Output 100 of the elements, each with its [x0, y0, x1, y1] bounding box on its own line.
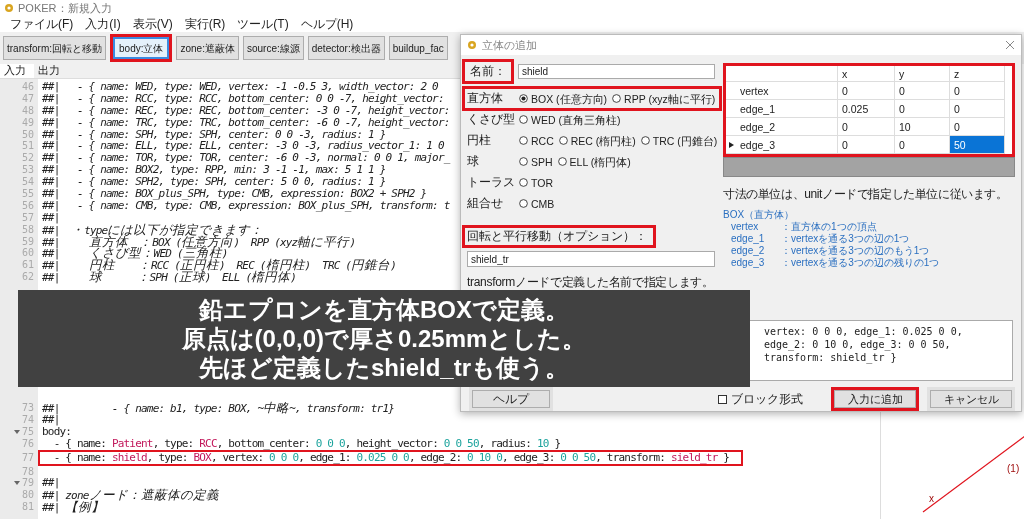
code-line: ##| - { name: SPH2, type: SPH, center: 5 0 0, radius: 1 }: [42, 176, 386, 188]
table-cell[interactable]: 0: [950, 82, 1005, 100]
line-number: 55: [21, 188, 34, 200]
radio-circle-icon[interactable]: [519, 136, 528, 145]
radio-circle-icon[interactable]: [519, 94, 528, 103]
line-number: 54: [21, 176, 34, 189]
block-checkbox[interactable]: ブロック形式: [718, 391, 803, 407]
radio-option[interactable]: ELL (楕円体): [557, 154, 631, 169]
help-term: vertex: [731, 221, 760, 233]
radio-option[interactable]: TOR: [519, 175, 553, 190]
line-number: 75: [21, 425, 34, 438]
radio-option[interactable]: TRC (円錐台): [640, 133, 718, 148]
code-line: ##| - { name: WED, type: WED, vertex: -1 -0.5 3, width_vector: 2 0: [42, 81, 438, 93]
radio-circle-icon[interactable]: [612, 94, 622, 103]
gear-icon: [467, 40, 477, 50]
code-line: ##|: [42, 211, 60, 224]
line-number: 81: [21, 501, 34, 514]
radio-option[interactable]: BOX (任意方向): [519, 91, 608, 106]
line-number: 62: [21, 271, 34, 284]
radio-circle-icon[interactable]: [519, 178, 528, 187]
help-term: edge_1: [731, 233, 766, 245]
table-cell[interactable]: 0: [895, 82, 950, 100]
table-cell[interactable]: 0: [838, 118, 895, 136]
table-cell[interactable]: 0: [838, 82, 895, 100]
menu-item[interactable]: ヘルプ(H): [300, 16, 354, 32]
column-header: y: [895, 66, 950, 82]
line-number: 46: [21, 81, 34, 93]
shape-category: トーラス: [467, 175, 516, 190]
toolbar-button[interactable]: source:線源: [242, 36, 304, 60]
code-line: ##| - { name: b1, type: BOX, ~中略~, transform: tr1}: [42, 402, 395, 415]
toolbar-button[interactable]: body:立体: [110, 34, 173, 62]
code-line: ##| くさび型：WED (三角柱): [42, 247, 228, 260]
fold-icon[interactable]: [13, 480, 20, 487]
help-term: edge_2: [731, 245, 766, 257]
dialog-button[interactable]: キャンセル: [927, 387, 1015, 411]
toolbar-button[interactable]: transform:回転と移動: [3, 36, 106, 60]
toolbar-button[interactable]: zone:遮蔽体: [176, 36, 239, 60]
code-line: ##| - { name: TOR, type: TOR, center: -6 0 -3, normal: 0 0 1, major_: [42, 152, 450, 165]
radio-option[interactable]: WED (直角三角柱): [519, 112, 621, 127]
field-hint: transformノードで定義した名前で指定します。: [467, 275, 715, 290]
row-header[interactable]: vertex: [726, 82, 838, 100]
table-cell[interactable]: 50: [950, 136, 1005, 154]
line-number: 73: [21, 402, 34, 415]
radio-circle-icon[interactable]: [558, 136, 568, 145]
row-header[interactable]: edge_1: [726, 100, 838, 118]
axis-label: x: [929, 492, 934, 506]
menu-item[interactable]: 実行(R): [184, 16, 226, 32]
menu-item[interactable]: ツール(T): [237, 16, 289, 32]
shape-category: 球: [467, 154, 480, 169]
line-number: 74: [21, 414, 34, 426]
code-line: ##| - { name: SPH, type: SPH, center: 0 0 -3, radius: 1 }: [42, 128, 386, 141]
code-line: ##| - { name: BOX2, type: RPP, min: 3 -1 -1, max: 5 1 1 }: [42, 164, 386, 177]
radio-circle-icon[interactable]: [557, 157, 567, 166]
transform-field[interactable]: shield_tr: [467, 251, 715, 267]
menu-item[interactable]: 入力(I): [85, 16, 121, 32]
radio-option[interactable]: SPH: [519, 154, 553, 169]
code-line: ##| - { name: TRC, type: TRC, bottom_center: -6 0 -7, height_vector:: [42, 116, 450, 129]
table-cell[interactable]: 10: [895, 118, 950, 136]
code-line: body:: [42, 425, 72, 438]
radio-circle-icon[interactable]: [519, 157, 528, 166]
tab[interactable]: 出力: [34, 64, 68, 78]
dialog-button[interactable]: 入力に追加: [831, 387, 919, 411]
help-button[interactable]: ヘルプ: [469, 387, 553, 411]
radio-circle-icon[interactable]: [640, 136, 650, 145]
toolbar-button[interactable]: detector:検出器: [307, 36, 385, 60]
unit-note: 寸法の単位は、unitノードで指定した単位に従います。: [723, 187, 1009, 202]
line-number: 48: [21, 104, 34, 117]
menu-item[interactable]: ファイル(F): [10, 16, 74, 32]
tab[interactable]: 入力: [0, 64, 34, 78]
radio-option[interactable]: RPP (xyz軸に平行): [612, 91, 716, 106]
radio-option[interactable]: CMB: [519, 196, 555, 211]
radio-circle-icon[interactable]: [519, 199, 528, 208]
code-line: ##| 【例】: [42, 501, 105, 514]
table-cell[interactable]: 0: [895, 100, 950, 118]
table-cell[interactable]: 0.025: [838, 100, 895, 118]
code-line: ##| - { name: BOX_plus_SPH, type: CMB, expression: BOX2 + SPH2 }: [42, 188, 427, 200]
radio-option[interactable]: RCC: [519, 133, 554, 148]
column-header: z: [950, 66, 1005, 82]
close-icon[interactable]: [1005, 40, 1015, 50]
name-field[interactable]: shield: [518, 64, 715, 79]
menu-item[interactable]: 表示(V): [132, 16, 173, 32]
shape-category: くさび型: [467, 112, 516, 127]
code-line: ##|: [42, 414, 60, 426]
shape-category: 組合せ: [467, 196, 504, 211]
line-number: 52: [21, 152, 34, 165]
table-cell[interactable]: 0: [838, 136, 895, 154]
code-line: - { name: Patient, type: RCC, bottom_center: 0 0 0, height_vector: 0 0 50, radius: 10 }: [53, 437, 561, 450]
code-line: ##| 直方体 ：BOX (任意方向) RPP (xyz軸に平行): [42, 235, 356, 248]
row-header[interactable]: edge_3: [726, 136, 838, 154]
axis-label: (1): [1007, 462, 1020, 476]
row-header[interactable]: edge_2: [726, 118, 838, 136]
line-number: 56: [21, 199, 34, 212]
checkbox-icon[interactable]: [718, 394, 727, 404]
code-line: ##| - { name: REC, type: REC, bottom_center: -3 0 -7, height_vector:: [42, 104, 450, 117]
table-cell[interactable]: 0: [950, 100, 1005, 118]
radio-option[interactable]: REC (楕円柱): [558, 133, 636, 148]
fold-icon[interactable]: [13, 428, 20, 435]
toolbar-button[interactable]: buildup_fac: [388, 36, 448, 60]
radio-circle-icon[interactable]: [519, 115, 528, 124]
code-line: ##| - { name: ELL, type: ELL, center: -3 0 -3, radius_vector_1: 1 0: [42, 140, 444, 153]
